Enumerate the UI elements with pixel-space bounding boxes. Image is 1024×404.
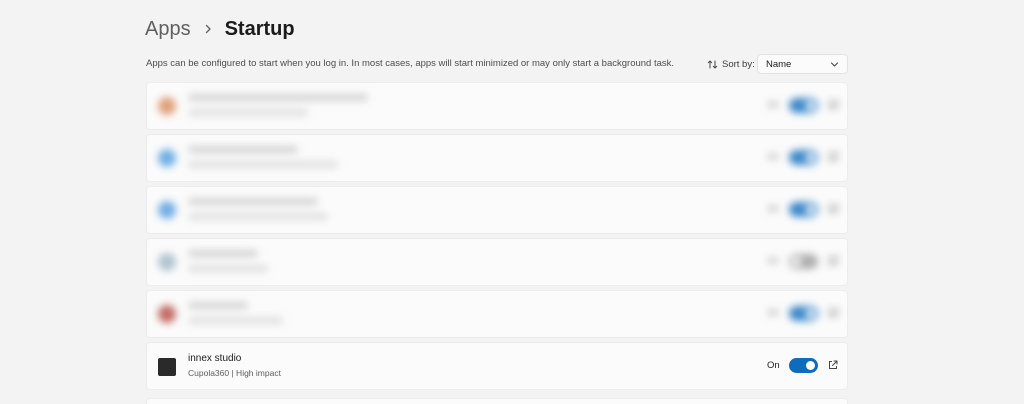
list-item [146, 134, 848, 182]
open-external-icon[interactable] [827, 359, 839, 371]
open-external-icon[interactable] [827, 203, 839, 215]
sort-label: Sort by: [722, 58, 755, 70]
list-item [146, 238, 848, 286]
chevron-right-icon [197, 18, 219, 40]
toggle-knob [792, 257, 801, 266]
sort-dropdown[interactable]: Name [757, 54, 848, 74]
toggle-state-label [767, 204, 779, 215]
open-external-icon[interactable] [827, 151, 839, 163]
app-publisher-impact [188, 160, 338, 170]
app-name [188, 145, 298, 156]
obscured-text [767, 257, 779, 264]
list-item: innex studio Cupola360 | High impact On [146, 342, 848, 390]
obscured-text [188, 109, 308, 116]
obscured-text [188, 302, 248, 309]
startup-toggle[interactable] [789, 254, 818, 269]
startup-description: Apps can be configured to start when you… [146, 58, 675, 69]
page-title: Startup [224, 17, 295, 40]
app-icon [158, 358, 176, 376]
toggle-knob [806, 309, 815, 318]
toggle-knob [806, 361, 815, 370]
list-item-content [147, 135, 847, 181]
chevron-down-icon [830, 60, 839, 69]
startup-toggle[interactable] [789, 202, 818, 217]
app-icon [158, 201, 176, 219]
sort-selected-value: Name [766, 58, 792, 70]
list-item-content [147, 83, 847, 129]
app-name: innex studio [188, 353, 242, 364]
toggle-state-label [767, 256, 779, 267]
sort-label-group: Sort by: [707, 54, 755, 74]
toggle-state-label [767, 308, 779, 319]
toggle-knob [806, 205, 815, 214]
app-publisher-impact [188, 108, 308, 118]
app-name [188, 93, 368, 104]
obscured-text [188, 198, 318, 205]
app-publisher-impact: Cupola360 | High impact [188, 368, 281, 378]
app-name [188, 197, 318, 208]
obscured-text [188, 265, 268, 272]
app-icon [158, 305, 176, 323]
app-publisher-impact [188, 316, 283, 326]
obscured-text [767, 101, 779, 108]
toggle-state-label: On [767, 360, 780, 371]
breadcrumb-apps[interactable]: Apps [145, 18, 191, 41]
list-item-partial [146, 398, 848, 404]
list-item [146, 186, 848, 234]
obscured-text [188, 161, 338, 168]
list-item-content [147, 187, 847, 233]
list-item-content [147, 239, 847, 285]
obscured-text [767, 309, 779, 316]
app-publisher-impact [188, 264, 268, 274]
app-icon [158, 97, 176, 115]
sort-arrows-icon [707, 59, 718, 70]
obscured-text [188, 250, 258, 257]
startup-toggle[interactable] [789, 98, 818, 113]
app-publisher-impact [188, 212, 328, 222]
list-item [146, 82, 848, 130]
obscured-text [767, 153, 779, 160]
toggle-knob [806, 101, 815, 110]
startup-settings-page: Apps Startup Apps can be configured to s… [0, 0, 1024, 404]
obscured-text [767, 205, 779, 212]
list-item [146, 290, 848, 338]
open-external-icon[interactable] [827, 255, 839, 267]
breadcrumb: Apps Startup [145, 14, 295, 44]
app-name [188, 249, 258, 260]
toggle-state-label [767, 100, 779, 111]
startup-toggle[interactable] [789, 358, 818, 373]
startup-toggle[interactable] [789, 306, 818, 321]
obscured-text [188, 213, 328, 220]
obscured-text [188, 94, 368, 101]
open-external-icon[interactable] [827, 99, 839, 111]
list-item-content: innex studio Cupola360 | High impact On [147, 343, 847, 389]
app-icon [158, 149, 176, 167]
app-icon [158, 253, 176, 271]
obscured-text [188, 317, 283, 324]
toggle-knob [806, 153, 815, 162]
app-name [188, 301, 248, 312]
startup-toggle[interactable] [789, 150, 818, 165]
toggle-state-label [767, 152, 779, 163]
list-item-content [147, 291, 847, 337]
obscured-text [188, 146, 298, 153]
open-external-icon[interactable] [827, 307, 839, 319]
startup-app-list: innex studio Cupola360 | High impact On [146, 82, 848, 394]
